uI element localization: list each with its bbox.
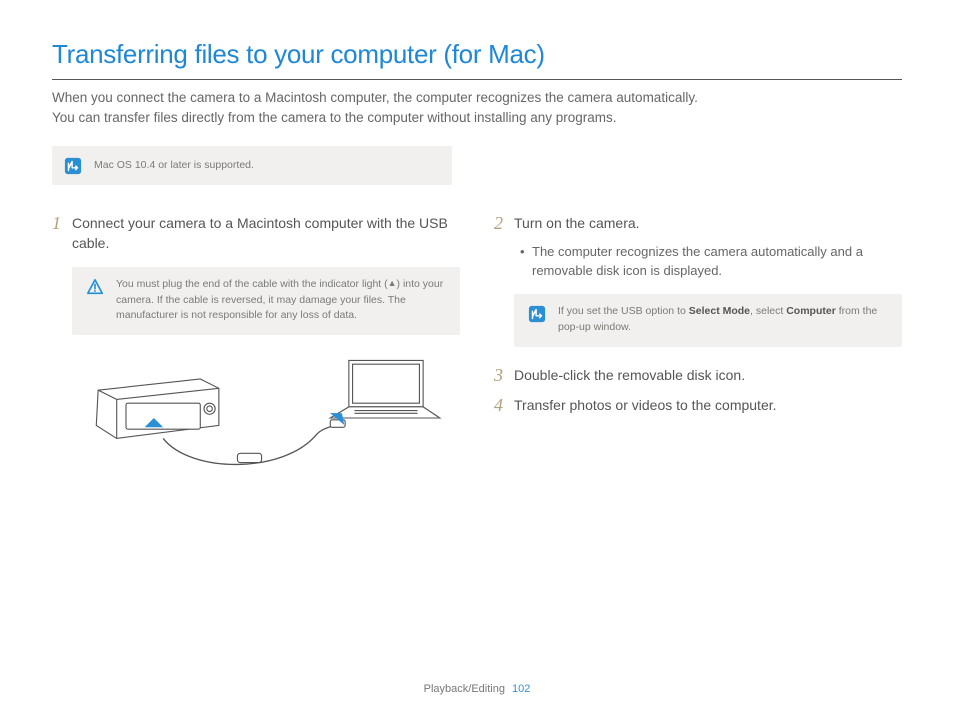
step-number: 4	[494, 395, 514, 417]
step-number: 3	[494, 365, 514, 387]
intro-line-2: You can transfer files directly from the…	[52, 110, 617, 125]
usb-note-text: If you set the USB option to Select Mode…	[558, 304, 888, 334]
intro-text: When you connect the camera to a Macinto…	[52, 88, 902, 129]
right-column: 2 Turn on the camera. The computer recog…	[494, 213, 902, 483]
step-3-text: Double-click the removable disk icon.	[514, 365, 902, 386]
triangle-glyph: ▲	[388, 278, 397, 288]
warning-box: You must plug the end of the cable with …	[72, 267, 460, 335]
step-number: 2	[494, 213, 514, 235]
warning-text-pre: You must plug the end of the cable with …	[116, 278, 388, 290]
step-3: 3 Double-click the removable disk icon.	[494, 365, 902, 387]
step-2-text: Turn on the camera.	[514, 213, 902, 234]
step-1-text: Connect your camera to a Macintosh compu…	[72, 213, 460, 253]
page-footer: Playback/Editing 102	[0, 682, 954, 698]
usb-note-box: If you set the USB option to Select Mode…	[514, 294, 902, 346]
usb-note-bold-2: Computer	[786, 305, 836, 317]
warning-text: You must plug the end of the cable with …	[116, 277, 446, 323]
usb-note-pre: If you set the USB option to	[558, 305, 689, 317]
step-2-bullets: The computer recognizes the camera autom…	[520, 243, 902, 281]
step-number: 1	[52, 213, 72, 235]
connection-illustration	[52, 353, 460, 483]
step-1: 1 Connect your camera to a Macintosh com…	[52, 213, 460, 253]
footer-page-number: 102	[512, 683, 530, 695]
step-2: 2 Turn on the camera.	[494, 213, 902, 235]
note-icon	[64, 157, 82, 175]
usb-note-bold-1: Select Mode	[689, 305, 750, 317]
left-column: 1 Connect your camera to a Macintosh com…	[52, 213, 460, 483]
intro-line-1: When you connect the camera to a Macinto…	[52, 90, 698, 105]
footer-section: Playback/Editing	[424, 683, 505, 695]
note-icon	[528, 305, 546, 323]
step-2-bullet-1: The computer recognizes the camera autom…	[520, 243, 902, 281]
support-note-box: Mac OS 10.4 or later is supported.	[52, 146, 452, 185]
step-4: 4 Transfer photos or videos to the compu…	[494, 395, 902, 417]
warning-icon	[86, 278, 104, 296]
page-title: Transferring files to your computer (for…	[52, 36, 902, 80]
step-4-text: Transfer photos or videos to the compute…	[514, 395, 902, 416]
usb-note-mid: , select	[750, 305, 786, 317]
support-note-text: Mac OS 10.4 or later is supported.	[94, 158, 254, 173]
